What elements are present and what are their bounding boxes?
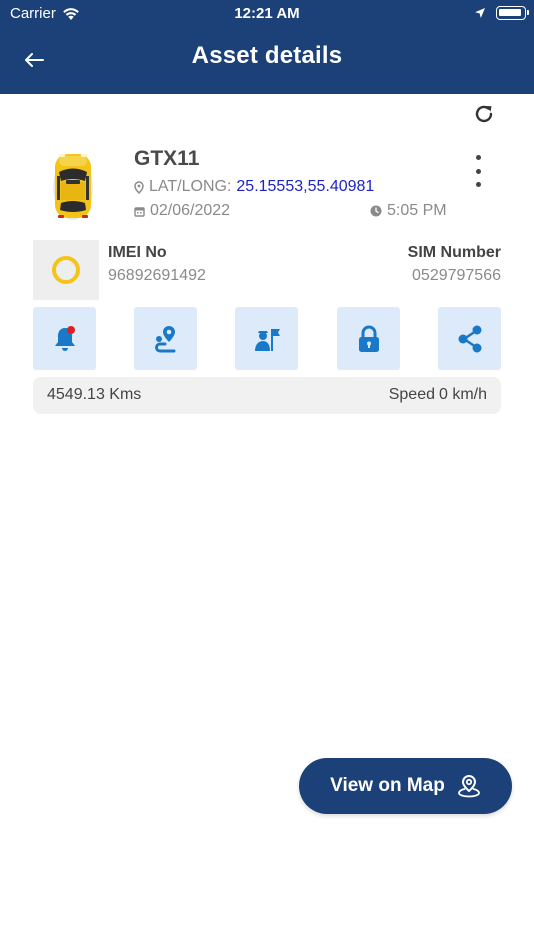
location-arrow-icon	[475, 8, 485, 18]
more-dot-icon	[475, 168, 481, 174]
distance-value: 4549.13 Kms	[47, 386, 142, 403]
view-on-map-label: View on Map	[330, 775, 445, 796]
more-dot-icon	[475, 182, 481, 187]
sim-value: 0529797566	[412, 267, 501, 284]
asset-date: 02/06/2022	[150, 202, 231, 219]
share-icon	[458, 325, 481, 352]
latlong-label: LAT/LONG:	[149, 178, 232, 195]
nav-bar: Asset details	[0, 28, 534, 94]
date-row: 02/06/2022	[134, 202, 230, 220]
refresh-button[interactable]	[470, 100, 498, 128]
latlong-value[interactable]: 25.15553,55.40981	[236, 178, 374, 196]
speed-info: Speed 0 km/h	[389, 386, 487, 404]
speed-label: Speed	[388, 386, 435, 403]
route-button[interactable]	[134, 307, 197, 370]
lock-icon	[358, 325, 379, 352]
battery-icon	[496, 6, 529, 20]
driver-button[interactable]	[235, 307, 298, 370]
alerts-button[interactable]	[33, 307, 96, 370]
asset-name: GTX11	[134, 147, 200, 170]
more-dot-icon	[475, 155, 481, 160]
lock-button[interactable]	[337, 307, 400, 370]
time-row: 5:05 PM	[370, 202, 447, 220]
status-ring-icon	[52, 256, 80, 284]
page-title: Asset details	[191, 42, 343, 69]
asset-time: 5:05 PM	[387, 202, 447, 219]
view-on-map-button[interactable]: View on Map	[299, 758, 512, 814]
status-bar: Carrier 12:21 AM	[0, 0, 534, 28]
alert-bell-icon	[54, 325, 75, 351]
driver-flag-icon	[254, 328, 280, 351]
status-indicators	[474, 6, 529, 20]
stats-bar: 4549.13 Kms Speed 0 km/h	[33, 377, 501, 414]
imei-value: 96892691492	[108, 267, 206, 284]
status-indicator	[33, 240, 99, 300]
more-options-button[interactable]	[466, 152, 490, 190]
clock-icon	[370, 205, 382, 217]
share-button[interactable]	[438, 307, 501, 370]
status-time: 12:21 AM	[234, 5, 300, 22]
calendar-icon	[134, 206, 145, 217]
speed-value: 0 km/h	[438, 386, 487, 403]
location-pin-icon	[134, 180, 144, 194]
imei-label: IMEI No	[108, 244, 167, 261]
map-pin-icon	[457, 774, 480, 798]
car-icon	[53, 154, 93, 220]
sim-label: SIM Number	[407, 244, 501, 261]
refresh-icon	[475, 105, 493, 123]
route-icon	[154, 325, 175, 352]
latlong-row: LAT/LONG: 25.15553,55.40981	[134, 178, 374, 196]
